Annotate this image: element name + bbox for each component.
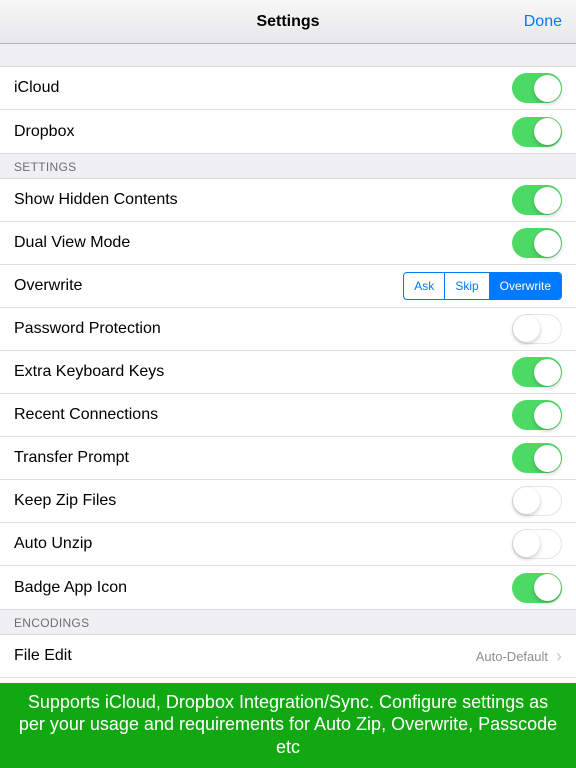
dual-view-label: Dual View Mode [14, 234, 512, 252]
header-bar: Settings Done [0, 0, 576, 44]
keepzip-label: Keep Zip Files [14, 492, 512, 510]
overwrite-row[interactable]: Overwrite Ask Skip Overwrite [0, 265, 576, 308]
keyboard-label: Extra Keyboard Keys [14, 363, 512, 381]
icloud-row[interactable]: iCloud [0, 67, 576, 110]
dual-view-row[interactable]: Dual View Mode [0, 222, 576, 265]
badge-row[interactable]: Badge App Icon [0, 566, 576, 609]
keyboard-row[interactable]: Extra Keyboard Keys [0, 351, 576, 394]
recent-switch[interactable] [512, 400, 562, 430]
show-hidden-row[interactable]: Show Hidden Contents [0, 179, 576, 222]
icloud-switch[interactable] [512, 73, 562, 103]
settings-group: Show Hidden Contents Dual View Mode Over… [0, 178, 576, 610]
show-hidden-label: Show Hidden Contents [14, 191, 512, 209]
recent-label: Recent Connections [14, 406, 512, 424]
transfer-switch[interactable] [512, 443, 562, 473]
password-switch[interactable] [512, 314, 562, 344]
settings-content: iCloud Dropbox SETTINGS Show Hidden Cont… [0, 44, 576, 768]
transfer-row[interactable]: Transfer Prompt [0, 437, 576, 480]
keepzip-row[interactable]: Keep Zip Files [0, 480, 576, 523]
badge-switch[interactable] [512, 573, 562, 603]
autounzip-row[interactable]: Auto Unzip [0, 523, 576, 566]
transfer-label: Transfer Prompt [14, 449, 512, 467]
autounzip-label: Auto Unzip [14, 535, 512, 553]
page-title: Settings [256, 13, 319, 31]
promo-banner: Supports iCloud, Dropbox Integration/Syn… [0, 683, 576, 768]
overwrite-overwrite[interactable]: Overwrite [490, 273, 561, 299]
keyboard-switch[interactable] [512, 357, 562, 387]
encodings-section-header: ENCODINGS [0, 610, 576, 634]
overwrite-label: Overwrite [14, 277, 403, 295]
cloud-group: iCloud Dropbox [0, 66, 576, 154]
autounzip-switch[interactable] [512, 529, 562, 559]
icloud-label: iCloud [14, 79, 512, 97]
recent-row[interactable]: Recent Connections [0, 394, 576, 437]
dropbox-switch[interactable] [512, 117, 562, 147]
show-hidden-switch[interactable] [512, 185, 562, 215]
keepzip-switch[interactable] [512, 486, 562, 516]
overwrite-ask[interactable]: Ask [404, 273, 445, 299]
chevron-right-icon: › [556, 647, 562, 665]
settings-section-header: SETTINGS [0, 154, 576, 178]
overwrite-skip[interactable]: Skip [445, 273, 489, 299]
dual-view-switch[interactable] [512, 228, 562, 258]
badge-label: Badge App Icon [14, 579, 512, 597]
dropbox-row[interactable]: Dropbox [0, 110, 576, 153]
overwrite-segmented[interactable]: Ask Skip Overwrite [403, 272, 562, 300]
fileedit-row[interactable]: File Edit Auto-Default › [0, 635, 576, 678]
done-button[interactable]: Done [524, 13, 562, 31]
fileedit-value: Auto-Default [476, 649, 548, 664]
password-label: Password Protection [14, 320, 512, 338]
password-row[interactable]: Password Protection [0, 308, 576, 351]
fileedit-label: File Edit [14, 647, 476, 665]
dropbox-label: Dropbox [14, 123, 512, 141]
